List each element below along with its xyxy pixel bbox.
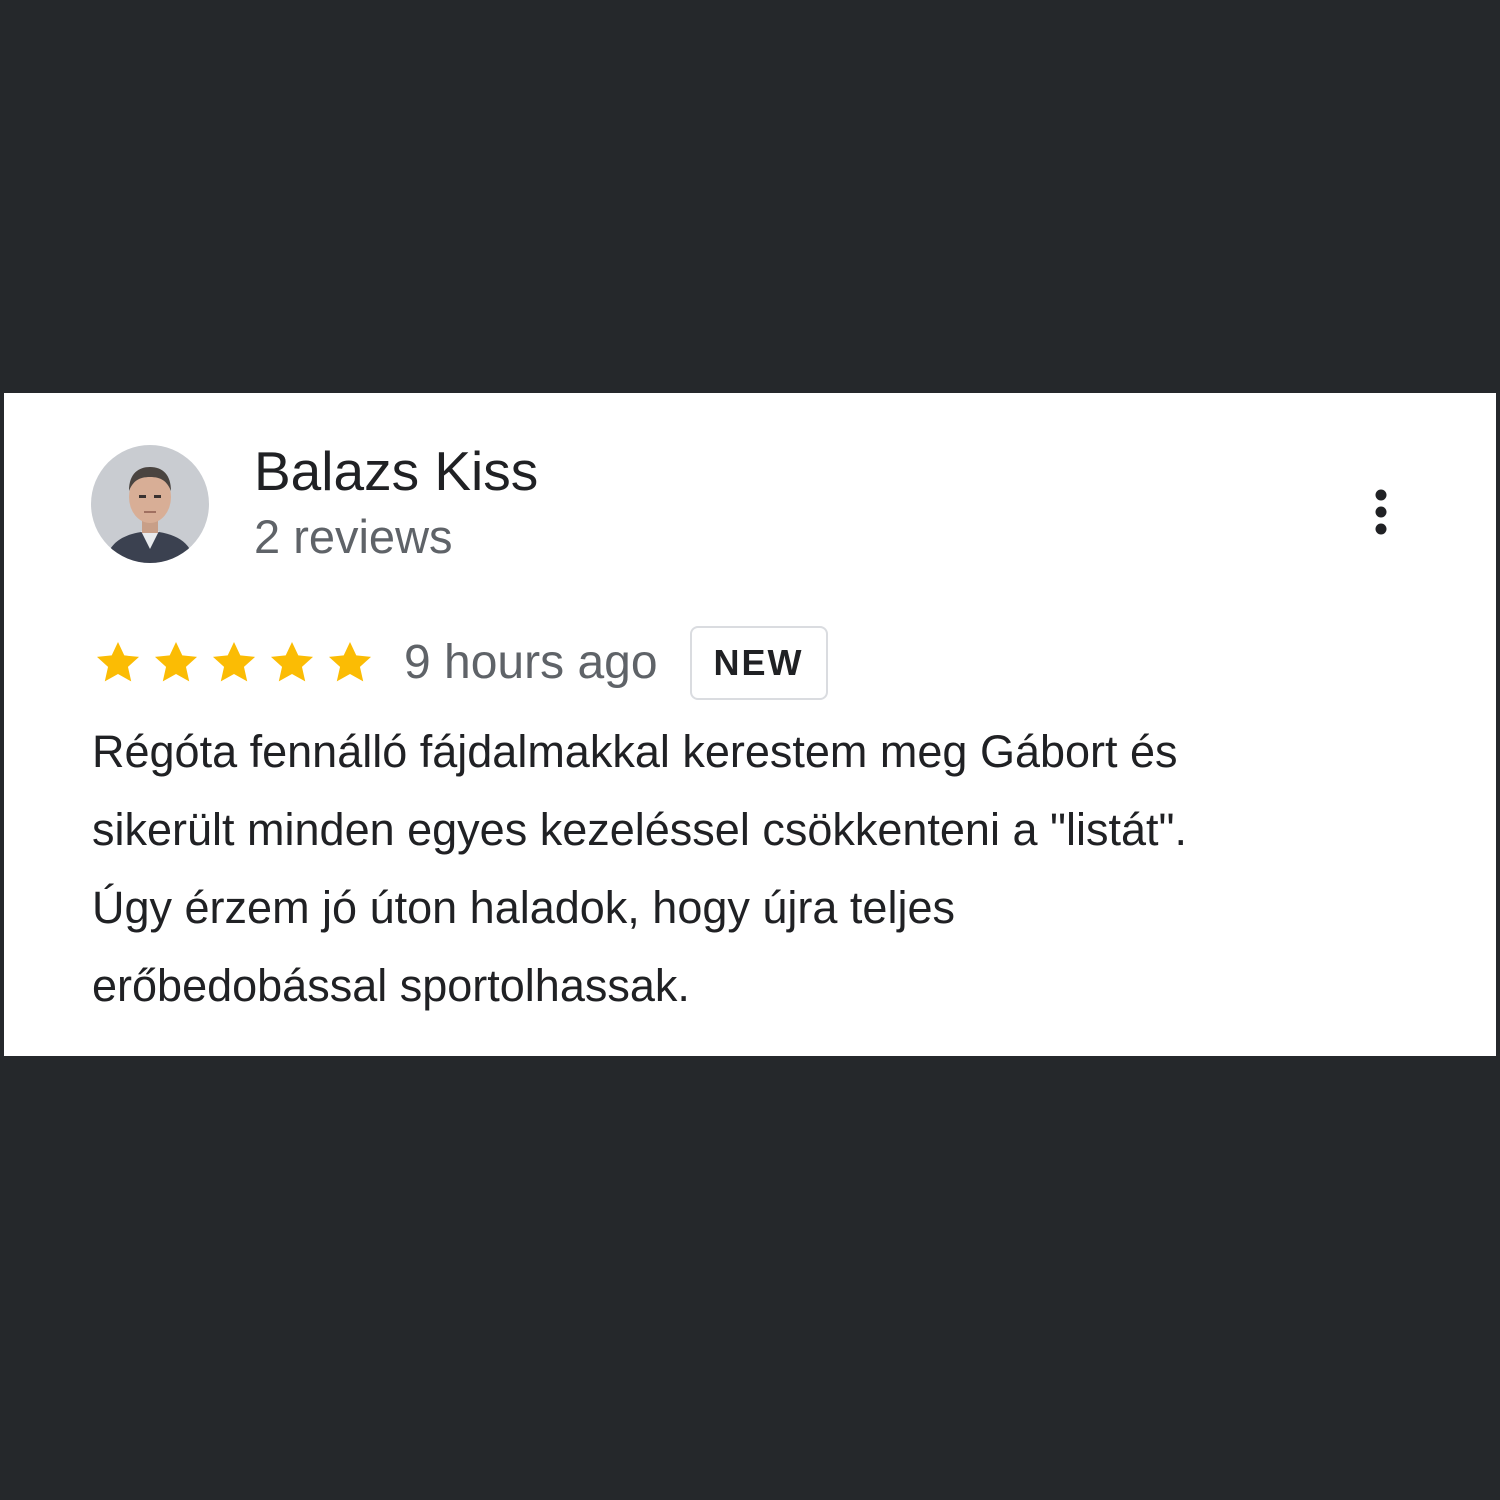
star-rating <box>92 625 382 701</box>
star-icon <box>270 641 314 682</box>
review-count[interactable]: 2 reviews <box>254 509 453 565</box>
author-name[interactable]: Balazs Kiss <box>254 439 538 503</box>
review-card: Balazs Kiss 2 reviews 9 hours ago NEW Ré… <box>4 393 1496 1056</box>
more-options-button[interactable] <box>1356 483 1406 543</box>
review-text-line: Régóta fennálló fájdalmakkal kerestem me… <box>92 726 1178 777</box>
avatar-photo-icon <box>91 445 209 563</box>
review-text-line: erőbedobással sportolhassak. <box>92 960 690 1011</box>
review-text-line: sikerült minden egyes kezeléssel csökken… <box>92 804 1187 855</box>
star-icon <box>212 641 256 682</box>
star-icon <box>96 641 140 682</box>
more-vert-icon <box>1375 489 1387 535</box>
rating-row: 9 hours ago NEW <box>92 625 828 701</box>
review-time: 9 hours ago <box>404 636 658 689</box>
new-badge: NEW <box>689 626 828 700</box>
review-text: Régóta fennálló fájdalmakkal kerestem me… <box>92 713 1432 1025</box>
review-text-line: Úgy érzem jó úton haladok, hogy újra tel… <box>92 882 955 933</box>
star-icon <box>328 641 372 682</box>
author-avatar[interactable] <box>91 445 209 563</box>
star-icon <box>154 641 198 682</box>
